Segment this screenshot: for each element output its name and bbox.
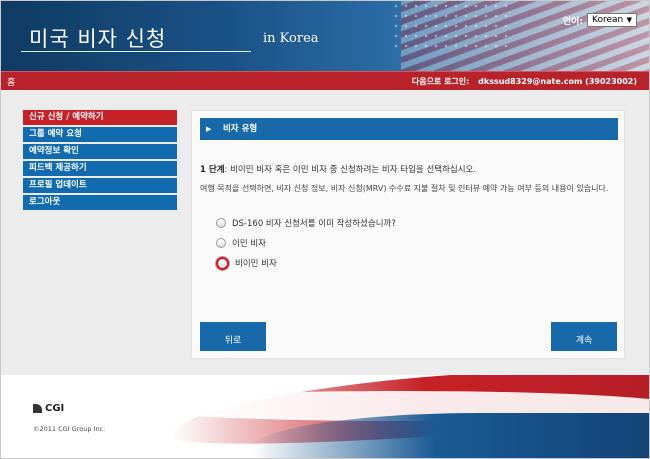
chevron-right-icon: ▶ <box>206 125 212 133</box>
header-banner: 미국 비자 신청 in Korea 언어: Korean ▼ <box>1 1 649 71</box>
language-value: Korean <box>592 15 624 25</box>
step-text: : 비이민 비자 혹은 이민 비자 중 신청하려는 비자 타입을 선택하십시오. <box>224 165 477 175</box>
visa-type-options: DS-160 비자 신청서를 이미 작성하셨습니까? 이민 비자 비이민 비자 <box>216 216 396 276</box>
chevron-down-icon: ▼ <box>626 16 632 24</box>
country-subtitle: in Korea <box>263 31 319 46</box>
copyright-text: ©2011 CGI Group Inc. <box>33 425 106 433</box>
sidebar-item-profile-update[interactable]: 프로필 업데이트 <box>23 178 177 193</box>
language-label: 언어: <box>562 16 583 27</box>
cgi-logo-icon <box>33 404 42 413</box>
site-url[interactable]: www.ustraveldocs.com <box>463 404 549 413</box>
home-link[interactable]: 홈 <box>7 75 15 88</box>
sidebar-item-appointment-info[interactable]: 예약정보 확인 <box>23 144 177 159</box>
visa-type-panel: ▶ 비자 유형 1 단계: 비이민 비자 혹은 이민 비자 중 신청하려는 비자… <box>191 110 625 359</box>
login-user: dkssud8329@nate.com (39023002) <box>478 77 637 86</box>
sidebar: 신규 신청 / 예약하기 그룹 예약 요청 예약정보 확인 피드백 제공하기 프… <box>23 110 177 212</box>
sidebar-item-new-application[interactable]: 신규 신청 / 예약하기 <box>23 110 177 125</box>
option-ds160[interactable]: DS-160 비자 신청서를 이미 작성하셨습니까? <box>216 216 396 230</box>
browser-page: 미국 비자 신청 in Korea 언어: Korean ▼ 홈 다음으로 로그… <box>0 0 650 459</box>
option-label: DS-160 비자 신청서를 이미 작성하셨습니까? <box>232 219 396 229</box>
step-description: 여행 목적을 선택하면, 비자 신청 정보, 비자 신청(MRV) 수수료 지불… <box>200 184 609 193</box>
radio-button[interactable] <box>216 256 229 270</box>
sidebar-item-group-appointment[interactable]: 그룹 예약 요청 <box>23 127 177 142</box>
language-dropdown[interactable]: Korean ▼ <box>587 13 637 27</box>
panel-heading: 비자 유형 <box>222 124 258 134</box>
cgi-logo-text: CGI <box>45 403 65 414</box>
option-label: 비이민 비자 <box>235 259 277 269</box>
radio-button[interactable] <box>216 238 226 248</box>
panel-header: ▶ 비자 유형 <box>200 118 618 140</box>
login-info: 다음으로 로그인: dkssud8329@nate.com (39023002) <box>412 76 637 87</box>
top-nav-bar: 홈 다음으로 로그인: dkssud8329@nate.com (3902300… <box>1 71 649 91</box>
radio-button[interactable] <box>216 218 226 228</box>
continue-button[interactable]: 계속 <box>551 322 617 351</box>
page-title: 미국 비자 신청 <box>29 27 167 51</box>
cgi-logo: CGI <box>33 403 64 414</box>
step-instruction: 1 단계: 비이민 비자 혹은 이민 비자 중 신청하려는 비자 타입을 선택하… <box>200 163 476 175</box>
sidebar-item-logout[interactable]: 로그아웃 <box>23 195 177 210</box>
language-selector: 언어: Korean ▼ <box>563 13 637 27</box>
sidebar-item-feedback[interactable]: 피드백 제공하기 <box>23 161 177 176</box>
back-button[interactable]: 뒤로 <box>200 322 266 351</box>
stars-graphic <box>391 1 511 51</box>
option-immigrant-visa[interactable]: 이민 비자 <box>216 236 396 250</box>
footer-graphic <box>1 375 649 458</box>
step-number: 1 단계 <box>200 165 225 175</box>
option-nonimmigrant-visa[interactable]: 비이민 비자 <box>216 256 396 270</box>
login-label: 다음으로 로그인: <box>411 77 470 86</box>
title-underline <box>21 51 251 52</box>
option-label: 이민 비자 <box>232 239 266 249</box>
